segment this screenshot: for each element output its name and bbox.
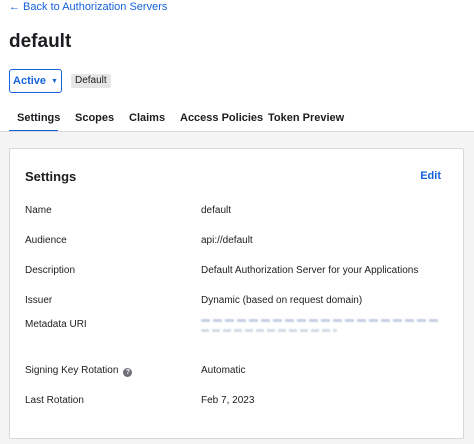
status-label: Active: [13, 75, 47, 87]
name-value: default: [201, 205, 232, 216]
help-icon[interactable]: ?: [123, 368, 133, 377]
signing-key-rotation-value: Automatic: [201, 365, 246, 376]
settings-card: Settings Edit Name default Audience api:…: [9, 148, 464, 439]
default-badge: Default: [71, 74, 111, 88]
edit-button[interactable]: Edit: [420, 170, 441, 182]
tab-access-policies[interactable]: Access Policies: [180, 112, 263, 124]
signing-key-rotation-text: Signing Key Rotation: [25, 365, 119, 376]
settings-card-title: Settings: [25, 169, 77, 184]
name-label: Name: [25, 205, 52, 216]
tab-token-preview[interactable]: Token Preview: [268, 112, 344, 124]
status-dropdown[interactable]: Active ▼: [9, 69, 62, 93]
issuer-value: Dynamic (based on request domain): [201, 295, 363, 306]
audience-value: api://default: [201, 235, 253, 246]
redacted-line: [201, 319, 439, 322]
metadata-uri-label: Metadata URI: [25, 319, 87, 330]
redacted-line: [201, 329, 337, 332]
description-value: Default Authorization Server for your Ap…: [201, 265, 419, 276]
tab-scopes[interactable]: Scopes: [75, 112, 114, 124]
audience-label: Audience: [25, 235, 67, 246]
page-title: default: [9, 31, 72, 52]
back-to-authorization-servers-link[interactable]: ← Back to Authorization Servers: [9, 1, 167, 13]
metadata-uri-redacted: [201, 319, 441, 341]
tab-bar: Settings Scopes Claims Access Policies T…: [0, 105, 474, 132]
description-label: Description: [25, 265, 76, 276]
last-rotation-label: Last Rotation: [25, 395, 84, 406]
tab-settings[interactable]: Settings: [17, 112, 60, 124]
issuer-label: Issuer: [25, 295, 53, 306]
chevron-down-icon: ▼: [51, 77, 58, 85]
signing-key-rotation-label: Signing Key Rotation?: [25, 365, 133, 377]
last-rotation-value: Feb 7, 2023: [201, 395, 255, 406]
tab-claims[interactable]: Claims: [129, 112, 165, 124]
